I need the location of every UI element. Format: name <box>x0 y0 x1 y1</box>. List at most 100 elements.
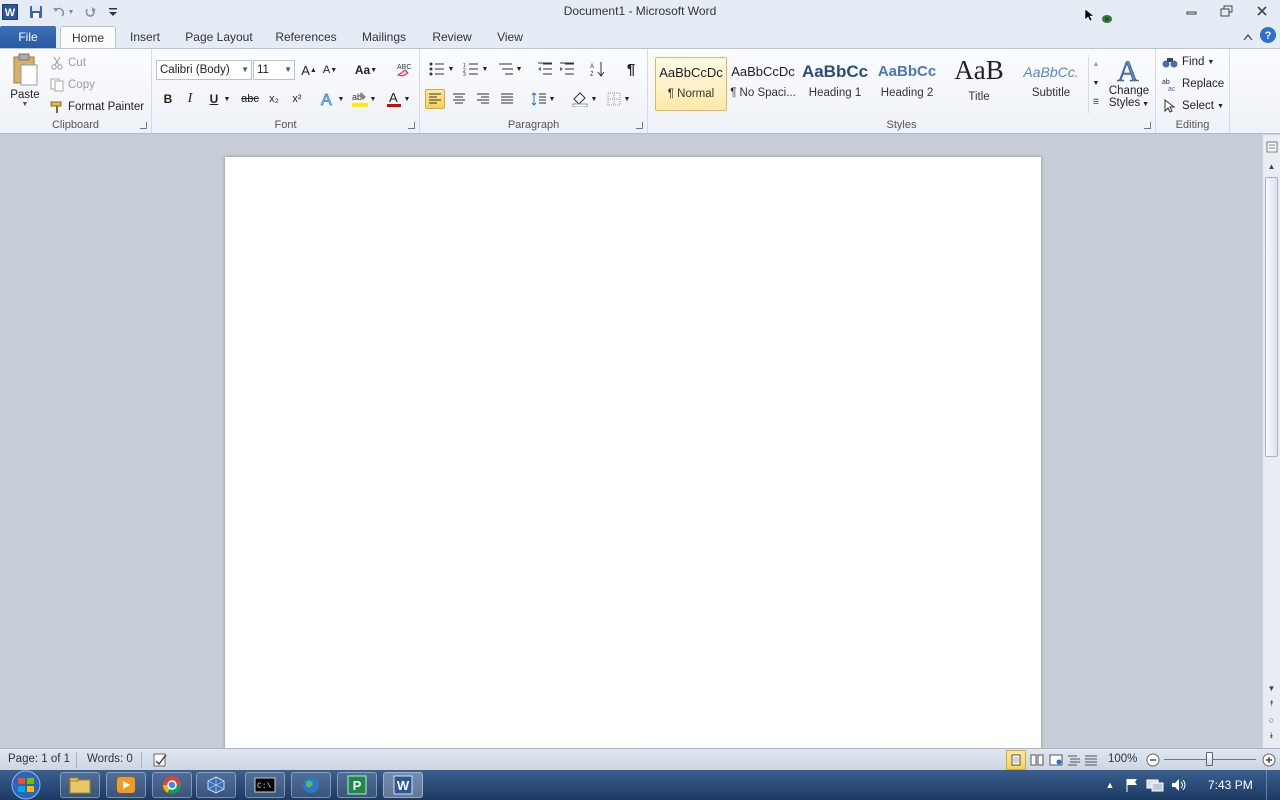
zoom-slider-thumb[interactable] <box>1206 752 1213 766</box>
font-dialog-launcher-icon[interactable] <box>408 122 415 129</box>
format-painter-button[interactable]: Format Painter <box>50 98 144 116</box>
vertical-scrollbar[interactable]: ▲ ▼ ⯭ ○ ⯯ <box>1262 135 1280 748</box>
italic-button[interactable]: I <box>180 89 200 109</box>
action-center-flag-icon[interactable] <box>1122 775 1142 795</box>
document-page[interactable] <box>225 157 1041 748</box>
tab-page-layout[interactable]: Page Layout <box>180 26 258 48</box>
style-subtitle[interactable]: AaBbCc. Subtitle <box>1015 57 1087 111</box>
text-effects-icon[interactable]: A <box>318 89 338 109</box>
shrink-font-icon[interactable]: A ▼ <box>320 60 340 80</box>
text-effects-dropdown-icon[interactable]: ▼ <box>336 89 346 109</box>
font-name-combo[interactable]: Calibri (Body) ▼ <box>156 60 252 80</box>
clear-formatting-icon[interactable]: ABC <box>393 59 413 79</box>
chrome-icon[interactable] <box>152 772 192 798</box>
underline-button[interactable]: U <box>204 89 224 109</box>
copy-button[interactable]: Copy <box>50 76 95 94</box>
gallery-down-icon[interactable]: ▼ <box>1089 74 1103 92</box>
font-color-dropdown-icon[interactable]: ▼ <box>402 89 412 109</box>
font-size-combo[interactable]: 11 ▼ <box>253 60 295 80</box>
underline-dropdown-icon[interactable]: ▼ <box>222 89 232 109</box>
align-right-icon[interactable] <box>473 89 493 109</box>
volume-icon[interactable] <box>1169 775 1189 795</box>
full-screen-reading-icon[interactable] <box>1027 750 1047 770</box>
media-player-icon[interactable] <box>106 772 146 798</box>
align-left-icon[interactable] <box>425 89 445 109</box>
select-button[interactable]: Select ▼ <box>1162 97 1224 115</box>
numbering-icon[interactable]: 123 <box>461 59 481 79</box>
align-center-icon[interactable] <box>449 89 469 109</box>
paragraph-dialog-launcher-icon[interactable] <box>636 122 643 129</box>
scroll-up-icon[interactable]: ▲ <box>1263 159 1280 173</box>
globe-icon[interactable] <box>291 772 331 798</box>
zoom-out-icon[interactable] <box>1143 750 1163 770</box>
highlight-dropdown-icon[interactable]: ▼ <box>368 89 378 109</box>
network-icon[interactable] <box>1145 775 1165 795</box>
minimize-ribbon-icon[interactable] <box>1239 28 1257 46</box>
publisher-icon[interactable]: P <box>337 772 377 798</box>
restore-icon[interactable] <box>1212 2 1242 20</box>
print-layout-view-icon[interactable] <box>1006 750 1026 770</box>
borders-dropdown-icon[interactable]: ▼ <box>622 89 632 109</box>
styles-dialog-launcher-icon[interactable] <box>1144 122 1151 129</box>
grow-font-icon[interactable]: A ▲ <box>299 60 319 80</box>
shading-icon[interactable] <box>570 89 590 109</box>
virtualbox-icon[interactable] <box>196 772 236 798</box>
bullets-dropdown-icon[interactable]: ▼ <box>446 59 456 79</box>
borders-icon[interactable] <box>604 89 624 109</box>
page-count-status[interactable]: Page: 1 of 1 <box>8 753 70 765</box>
draft-view-icon[interactable] <box>1081 750 1101 770</box>
line-spacing-dropdown-icon[interactable]: ▼ <box>547 89 557 109</box>
style-title[interactable]: AaB Title <box>943 57 1015 111</box>
highlight-icon[interactable]: ab <box>350 89 370 109</box>
tab-home[interactable]: Home <box>60 26 116 48</box>
multilevel-list-icon[interactable] <box>496 59 516 79</box>
tab-mailings[interactable]: Mailings <box>354 26 414 48</box>
clipboard-dialog-launcher-icon[interactable] <box>140 122 147 129</box>
style-heading-1[interactable]: AaBbCc Heading 1 <box>799 57 871 111</box>
show-formatting-marks-button[interactable]: ¶ <box>621 59 641 79</box>
find-button[interactable]: Find ▼ <box>1162 53 1214 71</box>
tab-view[interactable]: View <box>490 26 530 48</box>
cut-button[interactable]: Cut <box>50 54 86 72</box>
bullets-icon[interactable] <box>427 59 447 79</box>
show-hidden-icons-icon[interactable]: ▲ <box>1100 775 1120 795</box>
scrollbar-thumb[interactable] <box>1265 177 1278 457</box>
justify-icon[interactable] <box>497 89 517 109</box>
close-icon[interactable] <box>1247 2 1277 20</box>
line-spacing-icon[interactable] <box>529 89 549 109</box>
previous-page-icon[interactable]: ⯭ <box>1263 697 1280 711</box>
style-no-spacing[interactable]: AaBbCcDc ¶ No Spaci... <box>727 57 799 111</box>
multilevel-dropdown-icon[interactable]: ▼ <box>514 59 524 79</box>
clock[interactable]: 7:43 PM <box>1208 778 1253 792</box>
select-browse-object-icon[interactable]: ○ <box>1263 713 1280 727</box>
minimize-icon[interactable] <box>1177 2 1207 20</box>
change-case-button[interactable]: Aa ▼ <box>352 60 380 80</box>
scroll-down-icon[interactable]: ▼ <box>1263 681 1280 695</box>
gallery-up-icon[interactable]: ▲ <box>1089 55 1103 73</box>
paste-button[interactable]: Paste ▼ <box>6 53 44 117</box>
font-color-icon[interactable]: A <box>384 89 404 109</box>
zoom-in-icon[interactable] <box>1259 750 1279 770</box>
show-desktop-button[interactable] <box>1266 770 1280 800</box>
help-icon[interactable]: ? <box>1259 26 1277 44</box>
style-heading-2[interactable]: AaBbCc Heading 2 <box>871 57 943 111</box>
start-orb-icon[interactable] <box>6 770 46 800</box>
web-layout-icon[interactable] <box>1046 750 1066 770</box>
explorer-icon[interactable] <box>60 772 100 798</box>
tab-review[interactable]: Review <box>426 26 478 48</box>
next-page-icon[interactable]: ⯯ <box>1263 729 1280 743</box>
sort-icon[interactable]: AZ <box>588 59 608 79</box>
cmd-icon[interactable]: C:\ <box>245 772 285 798</box>
decrease-indent-icon[interactable] <box>535 59 555 79</box>
bold-button[interactable]: B <box>158 89 178 109</box>
zoom-level-status[interactable]: 100% <box>1108 753 1137 765</box>
tab-references[interactable]: References <box>270 26 342 48</box>
gallery-more-icon[interactable]: ☰ <box>1089 93 1103 111</box>
word-count-status[interactable]: Words: 0 <box>87 753 133 765</box>
zoom-slider-track[interactable] <box>1164 752 1256 766</box>
tab-file[interactable]: File <box>0 26 56 48</box>
style-normal[interactable]: AaBbCcDc ¶ Normal <box>655 57 727 111</box>
increase-indent-icon[interactable] <box>557 59 577 79</box>
subscript-button[interactable]: x₂ <box>264 89 284 109</box>
superscript-button[interactable]: x² <box>287 89 307 109</box>
